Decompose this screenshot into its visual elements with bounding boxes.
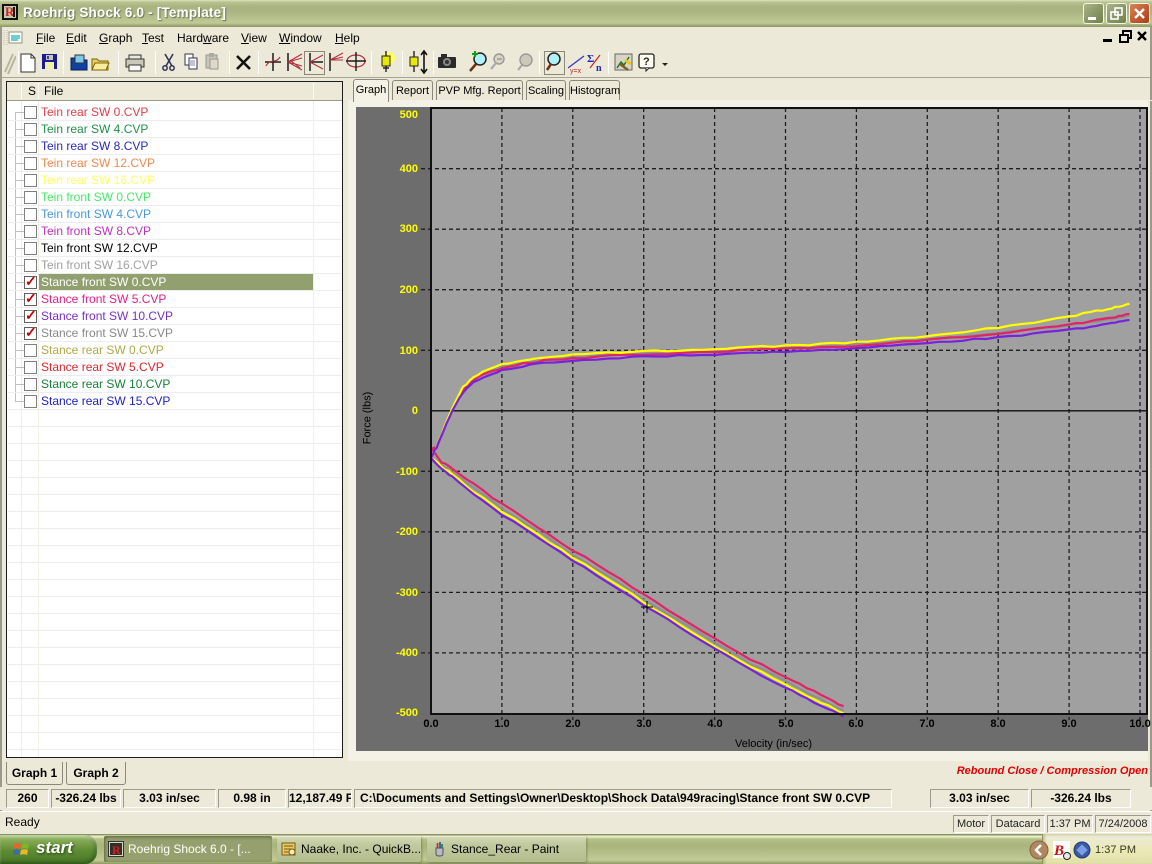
svg-text:n: n xyxy=(596,63,602,74)
svg-text:R: R xyxy=(112,843,121,857)
svg-text:B: B xyxy=(1053,843,1064,859)
svg-text:?: ? xyxy=(643,56,650,68)
svg-text:y=x: y=x xyxy=(570,68,582,75)
